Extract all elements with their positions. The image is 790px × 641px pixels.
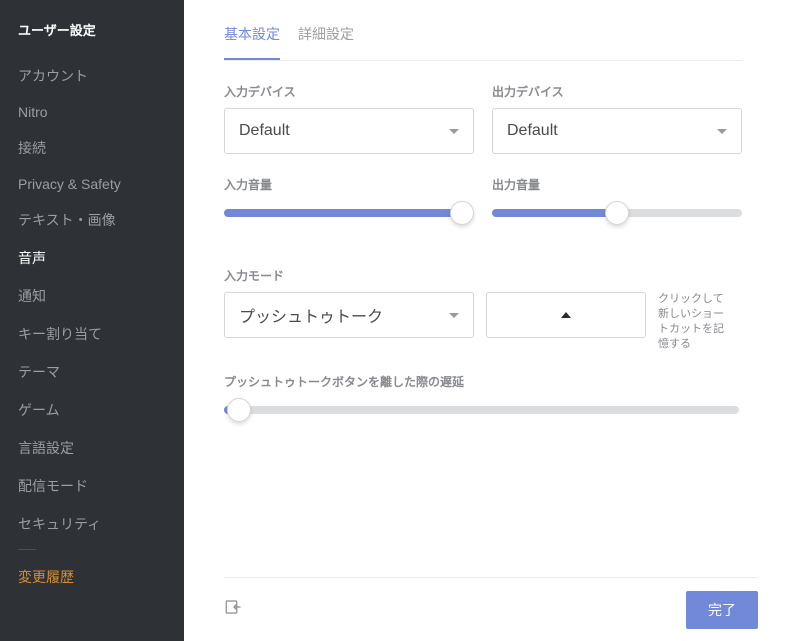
output-device-label: 出力デバイス: [492, 83, 742, 100]
sidebar-item-game[interactable]: ゲーム: [0, 391, 184, 429]
input-mode-select[interactable]: プッシュトゥトーク: [224, 292, 474, 338]
output-device-value: Default: [507, 122, 558, 140]
chevron-up-icon: [561, 312, 571, 318]
input-device-value: Default: [239, 122, 290, 140]
sidebar-item-text-images[interactable]: テキスト・画像: [0, 201, 184, 239]
input-mode-value: プッシュトゥトーク: [239, 303, 383, 327]
sidebar-item-account[interactable]: アカウント: [0, 57, 184, 95]
output-volume-slider[interactable]: [492, 201, 742, 225]
ptt-delay-label: プッシュトゥトークボタンを離した際の遅延: [224, 373, 742, 390]
footer: 完了: [224, 577, 758, 641]
output-device-select[interactable]: Default: [492, 108, 742, 154]
sidebar-divider: [18, 549, 36, 550]
main-panel: 基本設定 詳細設定 入力デバイス Default 出力デバイス Default …: [184, 0, 790, 641]
input-volume-label: 入力音量: [224, 176, 474, 193]
sidebar-item-nitro[interactable]: Nitro: [0, 95, 184, 129]
done-button[interactable]: 完了: [686, 591, 758, 629]
input-volume-slider[interactable]: [224, 201, 474, 225]
sidebar-item-keybinds[interactable]: キー割り当て: [0, 315, 184, 353]
input-device-select[interactable]: Default: [224, 108, 474, 154]
shortcut-hint: クリックして新しいショートカットを記憶する: [658, 292, 728, 351]
output-volume-label: 出力音量: [492, 176, 742, 193]
chevron-down-icon: [449, 129, 459, 134]
back-icon[interactable]: [224, 598, 242, 621]
sidebar-item-security[interactable]: セキュリティ: [0, 505, 184, 543]
sidebar-item-changelog[interactable]: 変更履歴: [0, 558, 184, 596]
input-mode-label: 入力モード: [224, 267, 742, 284]
ptt-delay-slider[interactable]: [224, 398, 739, 422]
sidebar-item-language[interactable]: 言語設定: [0, 429, 184, 467]
tab-basic[interactable]: 基本設定: [224, 24, 280, 60]
sidebar-item-theme[interactable]: テーマ: [0, 353, 184, 391]
sidebar-item-connections[interactable]: 接続: [0, 129, 184, 167]
tab-advanced[interactable]: 詳細設定: [298, 24, 354, 60]
chevron-down-icon: [717, 129, 727, 134]
tabs: 基本設定 詳細設定: [224, 24, 742, 61]
chevron-down-icon: [449, 313, 459, 318]
sidebar-title: ユーザー設定: [0, 20, 184, 57]
sidebar-item-streamer[interactable]: 配信モード: [0, 467, 184, 505]
input-device-label: 入力デバイス: [224, 83, 474, 100]
sidebar-item-voice[interactable]: 音声: [0, 239, 184, 277]
sidebar-item-notifications[interactable]: 通知: [0, 277, 184, 315]
sidebar-item-privacy[interactable]: Privacy & Safety: [0, 167, 184, 201]
shortcut-record-box[interactable]: [486, 292, 646, 338]
sidebar: ユーザー設定 アカウント Nitro 接続 Privacy & Safety テ…: [0, 0, 184, 641]
